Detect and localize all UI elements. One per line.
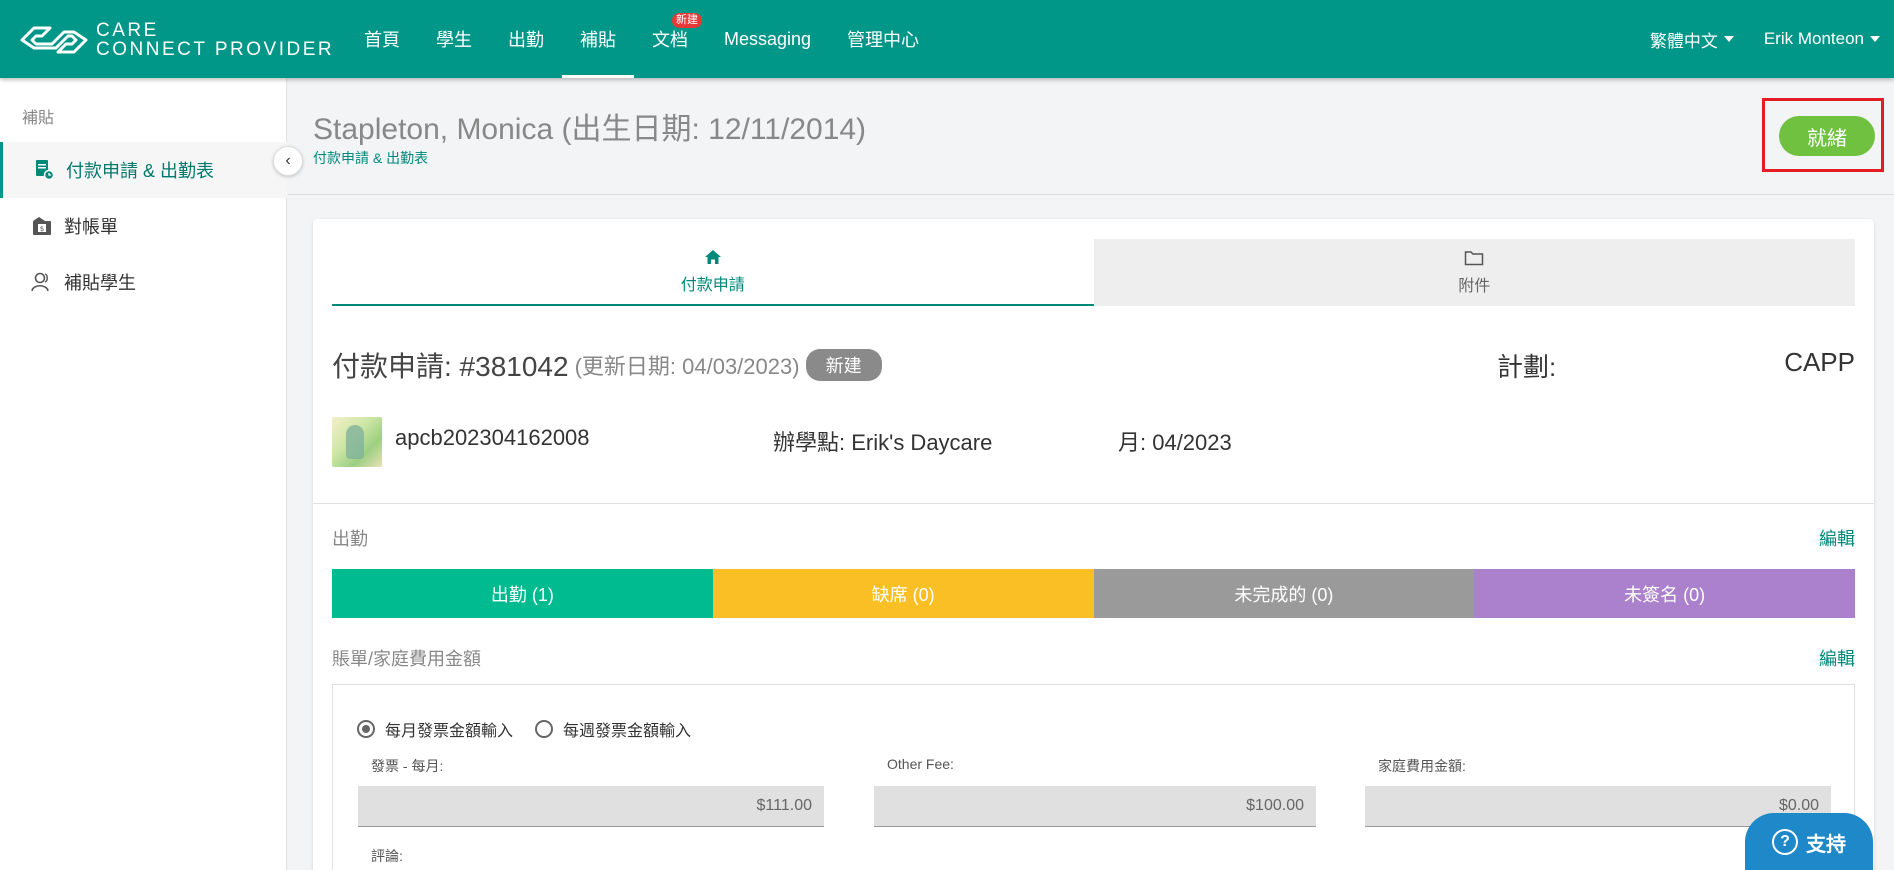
nav-item-students[interactable]: 學生 bbox=[418, 0, 490, 78]
ready-button[interactable]: 就緒 bbox=[1779, 116, 1875, 156]
help-icon: ? bbox=[1772, 829, 1798, 855]
monthly-radio-label: 每月發票金額輸入 bbox=[385, 723, 514, 740]
page-header: Stapleton, Monica (出生日期: 12/11/2014) 付款申… bbox=[288, 78, 1894, 195]
main-nav: 首頁 學生 出勤 補貼 文档 新建 Messaging 管理中心 bbox=[346, 0, 937, 78]
attendance-section-label: 出勤 bbox=[332, 529, 368, 549]
language-label: 繁體中文 bbox=[1649, 31, 1718, 51]
edit-fees-link[interactable]: 編輯 bbox=[1819, 645, 1855, 671]
logo-icon bbox=[20, 26, 88, 54]
nav-label: 學生 bbox=[436, 30, 472, 50]
sidebar-title: 補貼 bbox=[22, 110, 55, 127]
other-fee-label: Other Fee: bbox=[887, 756, 954, 772]
monthly-radio[interactable] bbox=[357, 720, 375, 738]
document-clock-icon bbox=[32, 158, 56, 182]
invoice-monthly-field[interactable]: $111.00 bbox=[358, 786, 824, 827]
nav-item-attendance[interactable]: 出勤 bbox=[490, 0, 562, 78]
tab-label: 付款申請 bbox=[680, 276, 745, 294]
other-fee-field[interactable]: $100.00 bbox=[874, 786, 1316, 827]
tab-bar: 付款申請 附件 bbox=[332, 239, 1855, 306]
money-folder-icon: $ bbox=[30, 214, 54, 238]
request-month: 月: 04/2023 bbox=[1118, 430, 1232, 455]
fees-section-label: 賬單/家庭費用金額 bbox=[332, 649, 482, 669]
nav-label: 出勤 bbox=[508, 30, 544, 50]
plan-label: 計劃: bbox=[1497, 352, 1557, 382]
attendance-present[interactable]: 出勤 (1) bbox=[332, 569, 713, 618]
invoice-label: 發票 - 每月: bbox=[371, 758, 444, 774]
weekly-radio-label: 每週發票金額輸入 bbox=[563, 723, 692, 740]
payment-request-card: 付款申請 附件 付款申請: #381042 (更新日期: 04/03/2023)… bbox=[313, 219, 1874, 870]
home-icon bbox=[704, 249, 721, 264]
nav-item-messaging[interactable]: Messaging bbox=[706, 0, 829, 78]
fees-panel: 每月發票金額輸入 每週發票金額輸入 發票 - 每月: $111.00 Other… bbox=[332, 684, 1855, 870]
logo-line2: CONNECT PROVIDER bbox=[96, 39, 335, 60]
sidebar-item-label: 補貼學生 bbox=[64, 273, 136, 293]
chevron-left-icon: ‹ bbox=[285, 152, 291, 169]
nav-label: 補貼 bbox=[580, 30, 616, 50]
nav-label: 文档 bbox=[652, 30, 688, 50]
tab-attachments[interactable]: 附件 bbox=[1093, 239, 1855, 306]
user-menu[interactable]: Erik Monteon bbox=[1764, 29, 1880, 49]
collapse-sidebar-button[interactable]: ‹ bbox=[273, 146, 303, 176]
nav-label: 管理中心 bbox=[847, 30, 920, 50]
sidebar-item-statements[interactable]: $ 對帳單 bbox=[0, 198, 287, 254]
family-fee-label: 家庭費用金額: bbox=[1378, 758, 1466, 774]
caret-down-icon bbox=[1723, 36, 1734, 42]
request-updated-date: (更新日期: 04/03/2023) bbox=[574, 354, 800, 379]
avatar bbox=[332, 417, 382, 467]
sidebar: 補貼 付款申請 & 出勤表 $ 對帳單 補貼學生 bbox=[0, 78, 287, 870]
new-badge: 新建 bbox=[672, 13, 702, 28]
logo-line1: CARE bbox=[96, 20, 159, 41]
nav-item-admin[interactable]: 管理中心 bbox=[829, 0, 937, 78]
weekly-radio[interactable] bbox=[535, 720, 554, 738]
tab-label: 附件 bbox=[1458, 277, 1491, 295]
breadcrumb[interactable]: 付款申請 & 出勤表 bbox=[313, 148, 428, 168]
nav-item-home[interactable]: 首頁 bbox=[346, 0, 418, 78]
sidebar-item-label: 付款申請 & 出勤表 bbox=[66, 161, 215, 181]
attendance-summary-bar: 出勤 (1) 缺席 (0) 未完成的 (0) 未簽名 (0) bbox=[332, 569, 1855, 618]
site-name: 辦學點: Erik's Daycare bbox=[773, 430, 993, 455]
folder-icon bbox=[1465, 250, 1484, 265]
nav-label: Messaging bbox=[724, 28, 812, 49]
sidebar-item-payment-requests[interactable]: 付款申請 & 出勤表 bbox=[0, 142, 287, 198]
support-button[interactable]: ? 支持 bbox=[1745, 813, 1873, 870]
app-logo[interactable]: CARE CONNECT PROVIDER bbox=[18, 20, 334, 60]
plan-value: CAPP bbox=[1784, 347, 1855, 377]
sidebar-item-label: 對帳單 bbox=[64, 217, 118, 237]
comment-label: 評論: bbox=[371, 848, 403, 864]
attendance-unsigned[interactable]: 未簽名 (0) bbox=[1474, 569, 1855, 618]
divider bbox=[313, 503, 1874, 504]
tab-payment-request[interactable]: 付款申請 bbox=[332, 239, 1094, 306]
sidebar-item-subsidized-students[interactable]: 補貼學生 bbox=[0, 254, 287, 310]
attendance-incomplete[interactable]: 未完成的 (0) bbox=[1093, 569, 1475, 618]
support-label: 支持 bbox=[1806, 833, 1846, 856]
user-name: Erik Monteon bbox=[1763, 29, 1864, 48]
highlight-box: 就緒 bbox=[1762, 98, 1884, 172]
status-badge: 新建 bbox=[805, 349, 882, 381]
nav-item-documents[interactable]: 文档 新建 bbox=[634, 0, 706, 78]
account-id: apcb202304162008 bbox=[395, 425, 590, 450]
invoice-mode-radio-group: 每月發票金額輸入 每週發票金額輸入 bbox=[357, 717, 691, 741]
edit-attendance-link[interactable]: 編輯 bbox=[1819, 525, 1855, 551]
svg-text:$: $ bbox=[40, 225, 44, 233]
request-number: 付款申請: #381042 bbox=[332, 351, 569, 382]
nav-label: 首頁 bbox=[364, 30, 400, 50]
attendance-absent[interactable]: 缺席 (0) bbox=[712, 569, 1094, 618]
request-heading: 付款申請: #381042 (更新日期: 04/03/2023) 新建 bbox=[332, 345, 882, 385]
page-title: Stapleton, Monica (出生日期: 12/11/2014) bbox=[313, 113, 867, 146]
person-icon bbox=[30, 270, 54, 294]
nav-item-subsidy[interactable]: 補貼 bbox=[562, 0, 634, 78]
top-navbar: CARE CONNECT PROVIDER 首頁 學生 出勤 補貼 文档 新建 … bbox=[0, 0, 1894, 78]
language-dropdown[interactable]: 繁體中文 bbox=[1650, 27, 1734, 52]
caret-down-icon bbox=[1870, 36, 1880, 42]
